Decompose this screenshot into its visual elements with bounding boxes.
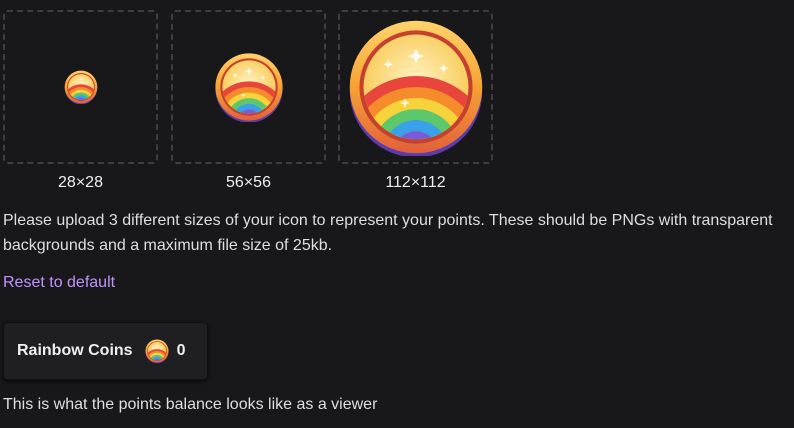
size-label-28: 28×28: [58, 174, 103, 191]
size-label-56: 56×56: [226, 174, 271, 191]
points-name: Rainbow Coins: [17, 342, 133, 359]
icon-upload-112[interactable]: [338, 10, 493, 164]
rainbow-coin-icon: [347, 18, 485, 156]
viewer-preview-caption: This is what the points balance looks li…: [3, 396, 378, 413]
points-icon-settings: 28×28 56×56 112×112 Please upload 3 diff…: [0, 0, 794, 428]
icon-upload-28[interactable]: [3, 10, 158, 164]
rainbow-coin-icon: [214, 52, 284, 122]
upload-instructions: Please upload 3 different sizes of your …: [3, 212, 773, 254]
icon-upload-56[interactable]: [171, 10, 326, 164]
points-balance-preview: Rainbow Coins 0: [3, 322, 208, 380]
rainbow-coin-icon: [145, 339, 169, 363]
size-label-112: 112×112: [385, 174, 446, 191]
points-count: 0: [176, 342, 186, 359]
rainbow-coin-icon: [64, 70, 98, 104]
reset-to-default-link[interactable]: Reset to default: [3, 274, 115, 292]
